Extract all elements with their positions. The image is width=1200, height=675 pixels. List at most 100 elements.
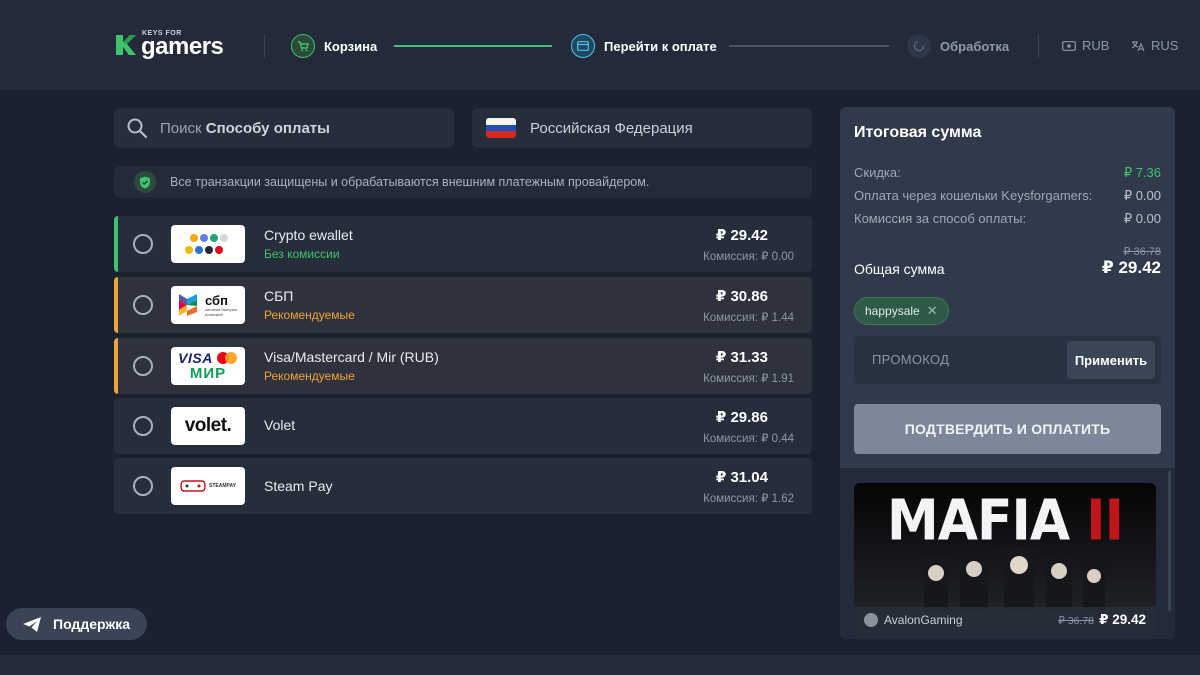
search-placeholder: Поиск Способу оплаты [160, 119, 330, 137]
country-label: Российская Федерация [530, 119, 693, 137]
payment-radio[interactable] [133, 295, 153, 315]
promo-code-box: ПРОМОКОД Применить [854, 336, 1161, 384]
shield-icon [134, 171, 156, 193]
payment-name: СБП [264, 288, 294, 304]
promo-code-input[interactable]: ПРОМОКОД [872, 352, 949, 367]
payment-name: Steam Pay [264, 478, 333, 494]
logo-mark-icon [116, 35, 136, 55]
payment-price: ₽ 30.86 [715, 288, 768, 305]
sbp-logo-subtext: система быстрых платежей [205, 306, 238, 317]
steampay-logo-text: STEAMPAY [209, 483, 236, 489]
header-divider [1038, 34, 1039, 58]
payment-option-sbp[interactable]: сбп система быстрых платежей СБП Рекомен… [114, 277, 812, 333]
total-label: Общая сумма [854, 261, 945, 277]
summary-line-label: Оплата через кошельки Keysforgamers: [854, 188, 1093, 203]
volet-logo-text: volet. [184, 415, 232, 436]
gamepad-icon [180, 480, 206, 492]
russia-flag-icon [486, 118, 516, 138]
payment-fee: Комиссия: ₽ 0.44 [703, 433, 794, 445]
apply-promo-button[interactable]: Применить [1067, 341, 1155, 379]
payment-price: ₽ 31.33 [715, 349, 768, 366]
summary-title: Итоговая сумма [854, 124, 982, 141]
row-accent [114, 277, 118, 333]
scrollbar[interactable] [1168, 471, 1171, 611]
country-selector[interactable]: Российская Федерация [472, 108, 812, 148]
steampay-logo: STEAMPAY [171, 467, 245, 505]
logo-text: gamers [141, 33, 224, 60]
payment-fee: Комиссия: ₽ 1.44 [703, 312, 794, 324]
game-card[interactable]: MAFIA II AvalonGaming ₽ 36.78 ₽ 29.42 [854, 483, 1156, 633]
language-label: RUS [1151, 38, 1179, 53]
payment-option-crypto[interactable]: Crypto ewallet Без комиссии ₽ 29.42 Коми… [114, 216, 812, 272]
search-icon [127, 118, 148, 139]
order-summary-panel: Итоговая сумма Скидка: ₽ 7.36 Оплата чер… [840, 107, 1175, 639]
total-price: ₽ 29.42 [1101, 258, 1161, 277]
applied-promo-tag: happysale ✕ [854, 297, 949, 325]
payment-option-visa-mastercard-mir[interactable]: VISA МИР Visa/Mastercard / Mir (RUB) Рек… [114, 338, 812, 394]
summary-line-value: ₽ 0.00 [1123, 211, 1161, 226]
footer-strip [0, 655, 1200, 675]
game-title: MAFIA II [854, 489, 1156, 554]
language-selector[interactable]: RUS [1131, 38, 1178, 53]
payment-name: Volet [264, 417, 296, 433]
payment-fee: Комиссия: ₽ 1.62 [703, 493, 794, 505]
step-cart-label: Корзина [324, 38, 378, 54]
payment-radio[interactable] [133, 234, 153, 254]
currency-label: RUB [1082, 38, 1110, 53]
payment-price: ₽ 31.04 [715, 469, 768, 486]
payment-price: ₽ 29.86 [715, 409, 768, 426]
header-divider [264, 34, 265, 58]
summary-wallet-line: Оплата через кошельки Keysforgamers: ₽ 0… [854, 188, 1161, 204]
telegram-icon [23, 616, 41, 632]
payment-radio[interactable] [133, 416, 153, 436]
mastercard-icon [216, 352, 237, 364]
step-pending-line [729, 45, 889, 47]
site-logo[interactable]: KEYS FOR gamers [114, 30, 244, 62]
top-bar: KEYS FOR gamers Корзина Перейти к оплате… [0, 0, 1200, 90]
payment-tag: Рекомендуемые [264, 308, 355, 322]
promo-tag-label: happysale [865, 304, 920, 318]
currency-selector[interactable]: RUB [1062, 38, 1109, 53]
payment-search-input[interactable]: Поиск Способу оплаты [114, 108, 454, 148]
payment-name: Visa/Mastercard / Mir (RUB) [264, 349, 439, 365]
translate-icon [1131, 40, 1145, 51]
mir-logo-text: МИР [189, 365, 227, 382]
payment-tag: Без комиссии [264, 247, 340, 261]
money-icon [1062, 40, 1076, 51]
crypto-logo [171, 225, 245, 263]
summary-line-label: Скидка: [854, 165, 901, 180]
step-checkout[interactable]: Перейти к оплате [571, 34, 717, 58]
security-notice: Все транзакции защищены и обрабатываются… [114, 166, 812, 198]
sbp-logo: сбп система быстрых платежей [171, 286, 245, 324]
close-icon[interactable]: ✕ [927, 303, 938, 319]
payment-fee: Комиссия: ₽ 0.00 [703, 251, 794, 263]
seller-name: AvalonGaming [884, 613, 963, 627]
summary-line-value: ₽ 7.36 [1123, 165, 1161, 180]
step-cart[interactable]: Корзина [291, 34, 377, 58]
payment-fee: Комиссия: ₽ 1.91 [703, 373, 794, 385]
payment-option-steampay[interactable]: STEAMPAY Steam Pay ₽ 31.04 Комиссия: ₽ 1… [114, 458, 812, 514]
summary-fee-line: Комиссия за способ оплаты: ₽ 0.00 [854, 211, 1161, 227]
payment-tag: Рекомендуемые [264, 369, 355, 383]
payment-option-volet[interactable]: volet. Volet ₽ 29.86 Комиссия: ₽ 0.44 [114, 398, 812, 454]
step-checkout-label: Перейти к оплате [604, 38, 717, 54]
summary-line-value: ₽ 0.00 [1123, 188, 1161, 203]
step-progress-line [394, 45, 552, 47]
support-button[interactable]: Поддержка [6, 608, 147, 640]
cart-icon [291, 34, 315, 58]
game-price: ₽ 29.42 [1099, 612, 1146, 627]
visa-logo-text: VISA [178, 350, 213, 366]
support-label: Поддержка [53, 616, 131, 632]
payment-radio[interactable] [133, 356, 153, 376]
step-processing: Обработка [907, 34, 1009, 58]
seller-avatar-icon [864, 613, 878, 627]
volet-logo: volet. [171, 407, 245, 445]
visa-mir-logo: VISA МИР [171, 347, 245, 385]
payment-name: Crypto ewallet [264, 227, 353, 243]
processing-icon [907, 34, 931, 58]
notice-text: Все транзакции защищены и обрабатываются… [170, 175, 650, 189]
game-old-price: ₽ 36.78 [1058, 615, 1094, 627]
game-title-numeral: II [1086, 488, 1124, 554]
payment-radio[interactable] [133, 476, 153, 496]
confirm-and-pay-button[interactable]: ПОДТВЕРДИТЬ И ОПЛАТИТЬ [854, 404, 1161, 454]
